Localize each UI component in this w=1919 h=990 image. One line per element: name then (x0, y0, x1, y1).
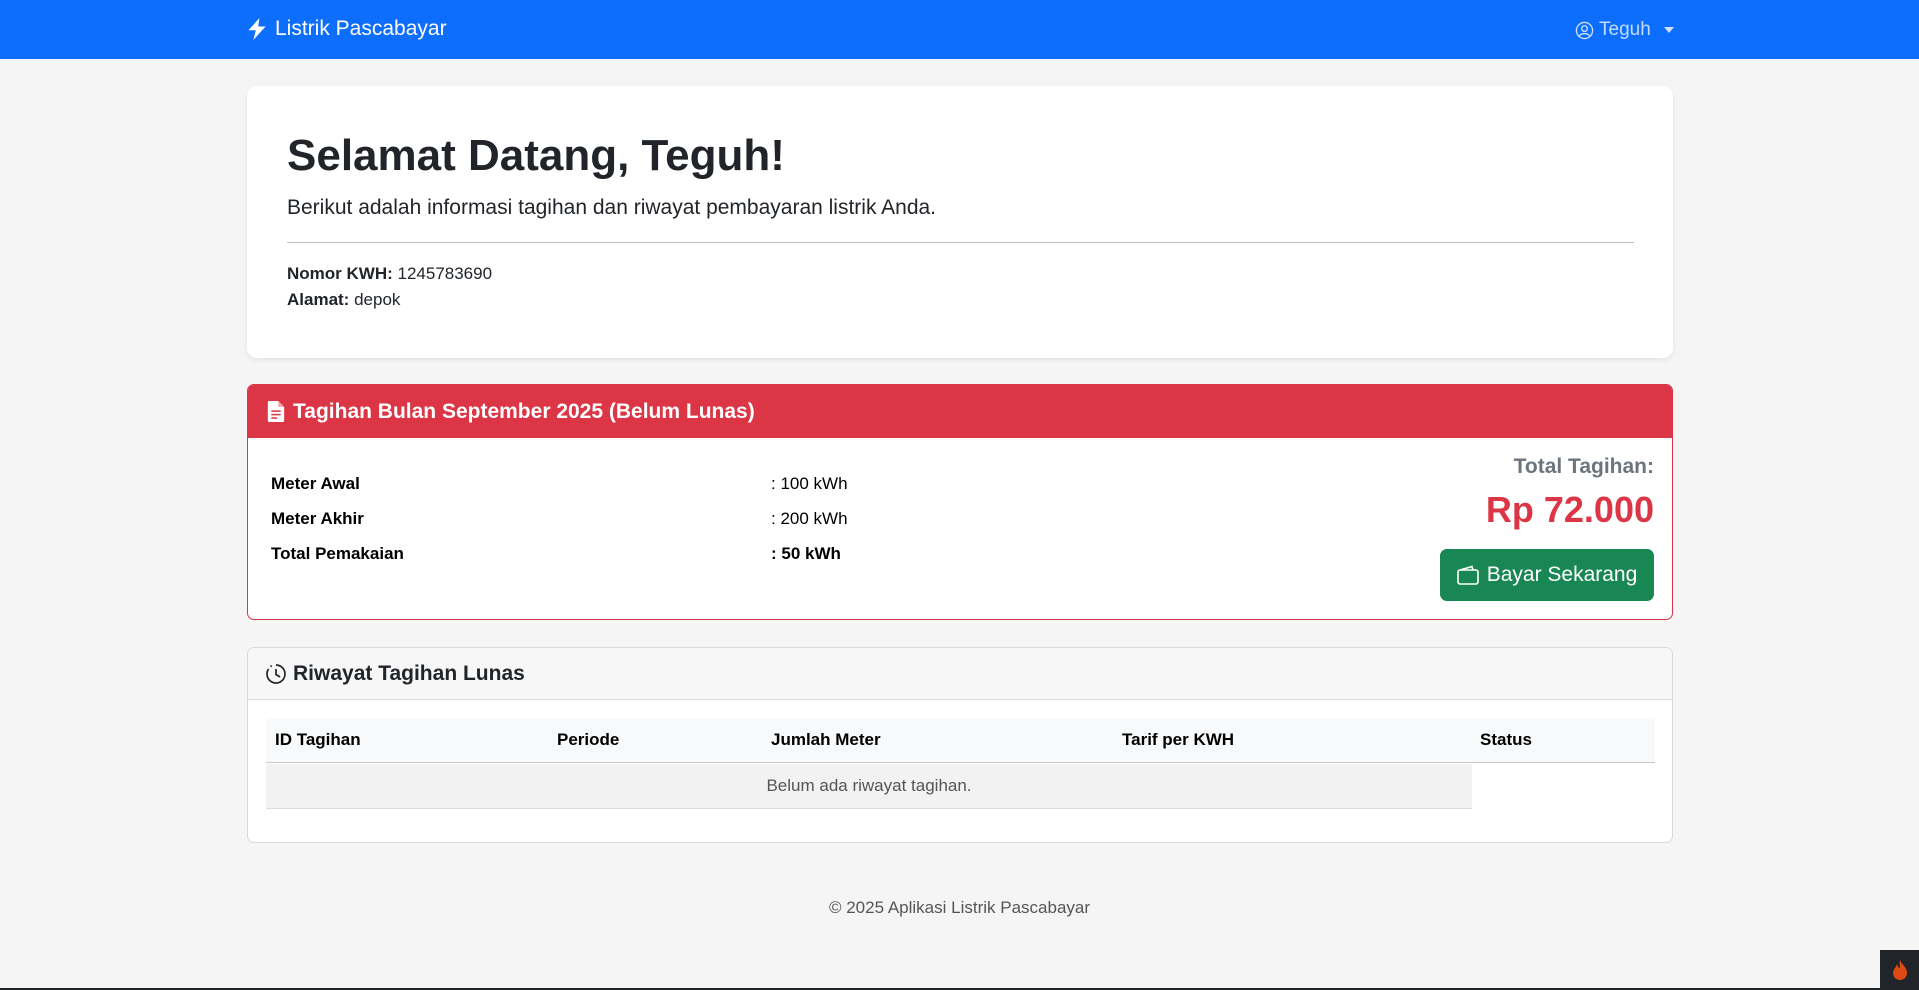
history-title: Riwayat Tagihan Lunas (293, 661, 525, 685)
user-circle-icon (1575, 21, 1594, 39)
pay-now-button[interactable]: Bayar Sekarang (1440, 549, 1654, 601)
user-name: Teguh (1599, 19, 1651, 40)
address: Alamat: depok (287, 290, 400, 310)
brand-label: Listrik Pascabayar (275, 17, 447, 40)
bill-header: Tagihan Bulan September 2025 (Belum Luna… (248, 385, 1672, 438)
total-amount: Rp 72.000 (1485, 489, 1654, 530)
brand-link[interactable]: Listrik Pascabayar (247, 14, 447, 44)
address-label: Alamat: (287, 290, 350, 309)
lightning-icon (248, 18, 266, 40)
col-id-tagihan: ID Tagihan (275, 730, 361, 749)
empty-message: Belum ada riwayat tagihan. (766, 776, 972, 795)
total-label: Total Tagihan: (1513, 455, 1654, 478)
debug-toolbar-toggle[interactable] (1880, 950, 1919, 990)
document-icon (267, 401, 285, 422)
col-jumlah-meter: Jumlah Meter (771, 730, 881, 749)
footer: © 2025 Aplikasi Listrik Pascabayar (828, 898, 1091, 917)
meter-akhir-value: : 200 kWh (771, 509, 848, 528)
page-title: Selamat Datang, Teguh! (287, 131, 785, 180)
bill-title: Tagihan Bulan September 2025 (Belum Luna… (293, 399, 755, 423)
total-pemakaian-label: Total Pemakaian (271, 544, 404, 563)
welcome-card: Selamat Datang, Teguh! Berikut adalah in… (247, 86, 1673, 358)
meter-akhir-label: Meter Akhir (271, 509, 364, 528)
col-status: Status (1480, 730, 1532, 749)
kwh-number: Nomor KWH: 1245783690 (287, 264, 492, 284)
col-periode: Periode (557, 730, 620, 749)
pay-button-label: Bayar Sekarang (1486, 563, 1638, 586)
history-header: Riwayat Tagihan Lunas (248, 648, 1672, 700)
kwh-value: 1245783690 (397, 264, 493, 283)
clock-history-icon (266, 663, 286, 684)
navbar: Listrik Pascabayar Teguh (0, 0, 1919, 59)
col-tarif-per-kwh: Tarif per KWH (1122, 730, 1235, 749)
meter-awal-value: : 100 kWh (771, 474, 848, 493)
flame-icon (1892, 960, 1907, 980)
divider (287, 242, 1634, 243)
bill-card: Tagihan Bulan September 2025 (Belum Luna… (247, 384, 1673, 620)
caret-down-icon (1663, 27, 1674, 33)
kwh-label: Nomor KWH: (287, 264, 393, 283)
wallet-icon (1456, 565, 1479, 585)
total-pemakaian-value: : 50 kWh (771, 544, 841, 563)
user-dropdown[interactable]: Teguh (1575, 17, 1674, 43)
table-empty-row: Belum ada riwayat tagihan. (266, 764, 1472, 809)
address-value: depok (354, 290, 401, 309)
table-header-row: ID Tagihan Periode Jumlah Meter Tarif pe… (266, 718, 1655, 763)
welcome-lead: Berikut adalah informasi tagihan dan riw… (287, 196, 937, 219)
history-card: Riwayat Tagihan Lunas ID Tagihan Periode… (247, 647, 1673, 843)
meter-awal-label: Meter Awal (271, 474, 360, 493)
